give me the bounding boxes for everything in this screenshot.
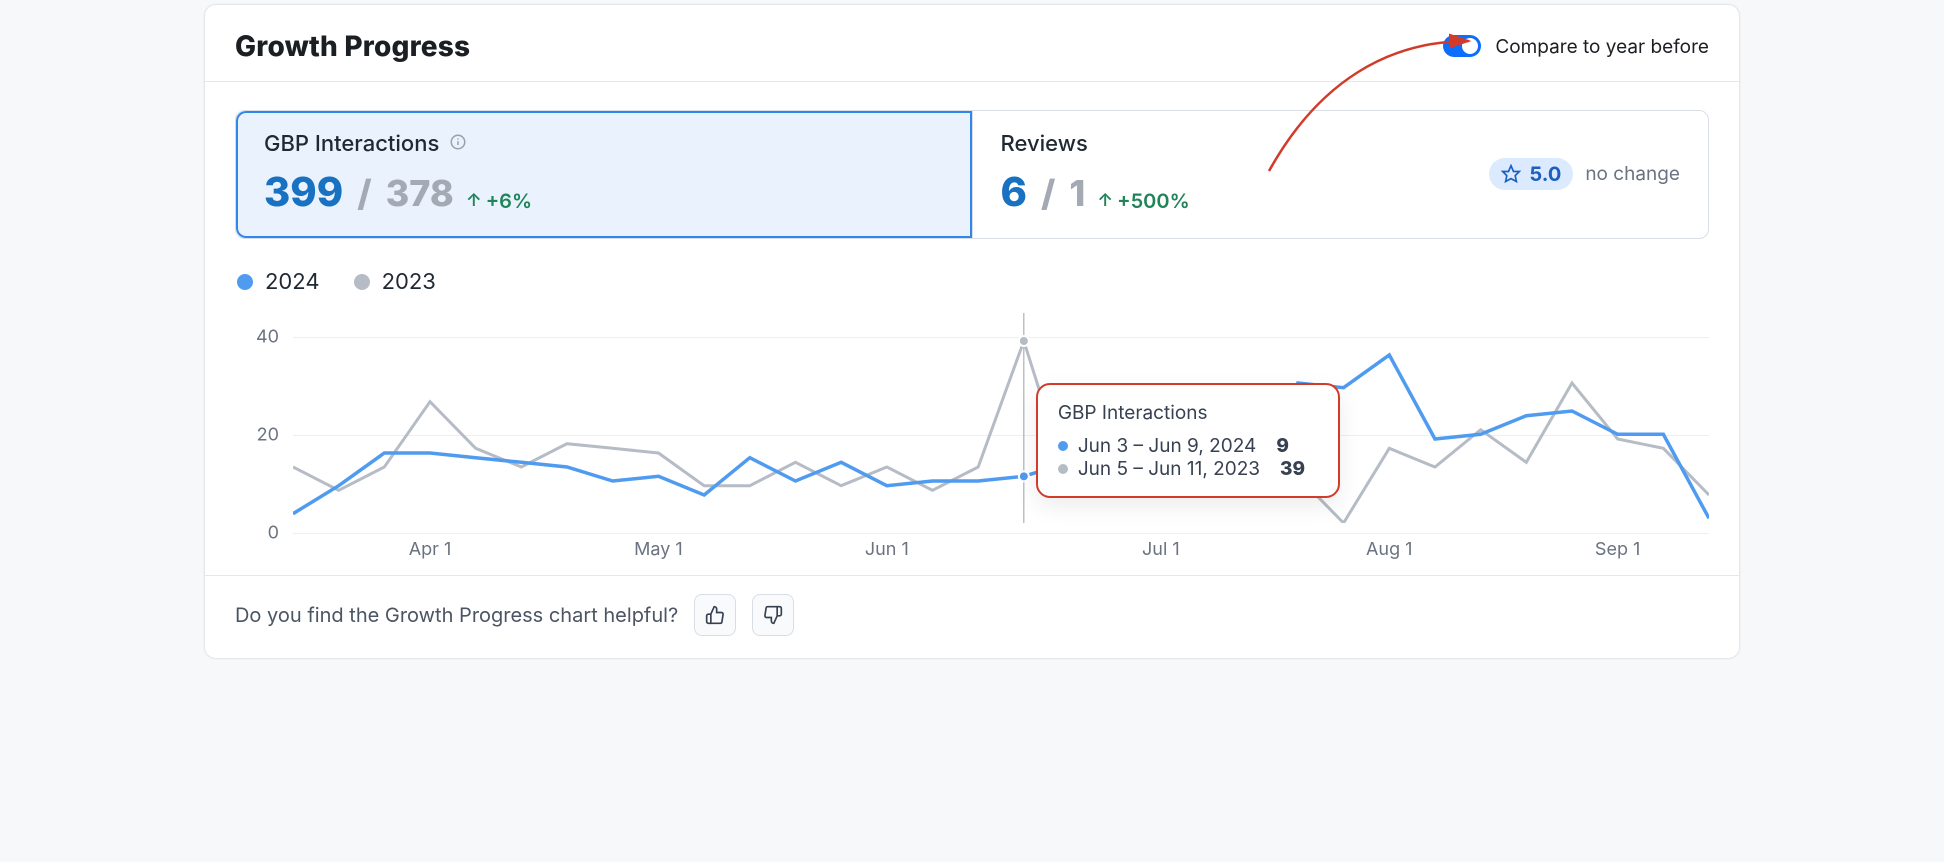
feedback-bar: Do you find the Growth Progress chart he… bbox=[205, 575, 1739, 658]
tab-label: Reviews bbox=[1001, 131, 1190, 157]
tab-label-text: GBP Interactions bbox=[264, 131, 439, 157]
thumbs-down-icon bbox=[763, 605, 783, 625]
toggle-knob bbox=[1462, 38, 1478, 54]
value-prev: 1 bbox=[1069, 171, 1085, 215]
thumbs-up-icon bbox=[705, 605, 725, 625]
hover-point bbox=[1019, 471, 1029, 481]
chart-tooltip: GBP Interactions Jun 3 – Jun 9, 2024 9 J… bbox=[1036, 383, 1340, 498]
x-tick-label: May 1 bbox=[634, 539, 683, 560]
arrow-up-icon: ↑ bbox=[1097, 190, 1113, 211]
tooltip-label: Jun 5 – Jun 11, 2023 bbox=[1078, 457, 1260, 480]
tooltip-value: 39 bbox=[1280, 457, 1305, 480]
thumbs-down-button[interactable] bbox=[752, 594, 794, 636]
compare-toggle-label: Compare to year before bbox=[1495, 35, 1709, 58]
card-header: Growth Progress Compare to year before bbox=[205, 5, 1739, 82]
chart-lines bbox=[293, 313, 1709, 523]
tooltip-row: Jun 3 – Jun 9, 2024 9 bbox=[1058, 434, 1318, 457]
legend-dot bbox=[354, 274, 370, 290]
tab-label: GBP Interactions bbox=[264, 131, 944, 157]
tab-label-text: Reviews bbox=[1001, 131, 1088, 157]
x-tick-label: Jun 1 bbox=[865, 539, 909, 560]
card-body: GBP Interactions 399 / 378 ↑ +6% bbox=[205, 82, 1739, 575]
hover-point bbox=[1019, 336, 1029, 346]
y-axis: 02040 bbox=[235, 313, 287, 533]
delta-text: +6% bbox=[486, 189, 532, 213]
series-current-line bbox=[293, 355, 1709, 518]
thumbs-up-button[interactable] bbox=[694, 594, 736, 636]
value-delta: ↑ +6% bbox=[466, 189, 532, 213]
page-title: Growth Progress bbox=[235, 29, 470, 63]
info-icon[interactable] bbox=[449, 133, 467, 156]
legend-dot bbox=[237, 274, 253, 290]
compare-toggle[interactable] bbox=[1443, 35, 1481, 57]
delta-text: +500% bbox=[1117, 189, 1190, 213]
x-tick-label: Aug 1 bbox=[1366, 539, 1413, 560]
tab-values: 399 / 378 ↑ +6% bbox=[264, 167, 944, 216]
tooltip-label: Jun 3 – Jun 9, 2024 bbox=[1078, 434, 1256, 457]
tooltip-dot bbox=[1058, 464, 1068, 474]
tab-values: 6 / 1 ↑ +500% bbox=[1001, 167, 1190, 216]
metric-tabs: GBP Interactions 399 / 378 ↑ +6% bbox=[235, 110, 1709, 239]
review-score-change: no change bbox=[1585, 162, 1680, 185]
y-tick-label: 0 bbox=[268, 523, 279, 544]
value-current: 399 bbox=[264, 167, 343, 216]
growth-progress-card: Growth Progress Compare to year before G… bbox=[204, 4, 1740, 659]
legend-label: 2023 bbox=[382, 269, 436, 295]
x-tick-label: Apr 1 bbox=[409, 539, 452, 560]
tooltip-value: 9 bbox=[1276, 434, 1289, 457]
star-icon bbox=[1501, 164, 1521, 184]
value-sep: / bbox=[1041, 171, 1055, 215]
legend-item-prev[interactable]: 2023 bbox=[354, 269, 436, 295]
legend-item-current[interactable]: 2024 bbox=[237, 269, 320, 295]
review-score-chip: 5.0 bbox=[1489, 158, 1573, 190]
tab-gbp-interactions[interactable]: GBP Interactions 399 / 378 ↑ +6% bbox=[236, 111, 973, 238]
series-prev-line bbox=[293, 341, 1709, 523]
x-axis: Apr 1 May 1 Jun 1 Jul 1 Aug 1 Sep 1 bbox=[293, 539, 1709, 563]
tooltip-row: Jun 5 – Jun 11, 2023 39 bbox=[1058, 457, 1318, 480]
value-sep: / bbox=[357, 171, 371, 215]
tooltip-dot bbox=[1058, 441, 1068, 451]
y-tick-label: 40 bbox=[256, 327, 279, 348]
x-tick-label: Sep 1 bbox=[1595, 539, 1640, 560]
value-current: 6 bbox=[1001, 167, 1027, 216]
value-prev: 378 bbox=[386, 171, 454, 215]
chart[interactable]: 0 20 40 Apr 1 May 1 Jun 1 Jul 1 Aug 1 Sep 1 GBP… bbox=[235, 303, 1709, 563]
compare-toggle-wrap: Compare to year before bbox=[1443, 35, 1709, 58]
tooltip-title: GBP Interactions bbox=[1058, 401, 1318, 424]
feedback-question: Do you find the Growth Progress chart he… bbox=[235, 603, 678, 627]
chart-legend: 2024 2023 bbox=[237, 269, 1709, 295]
y-tick-label: 20 bbox=[257, 425, 279, 446]
tab-reviews[interactable]: Reviews 6 / 1 ↑ +500% bbox=[973, 111, 1709, 238]
arrow-up-icon: ↑ bbox=[466, 190, 482, 211]
review-score: 5.0 bbox=[1529, 162, 1561, 186]
x-tick-label: Jul 1 bbox=[1142, 539, 1180, 560]
value-delta: ↑ +500% bbox=[1097, 189, 1189, 213]
legend-label: 2024 bbox=[265, 269, 320, 295]
